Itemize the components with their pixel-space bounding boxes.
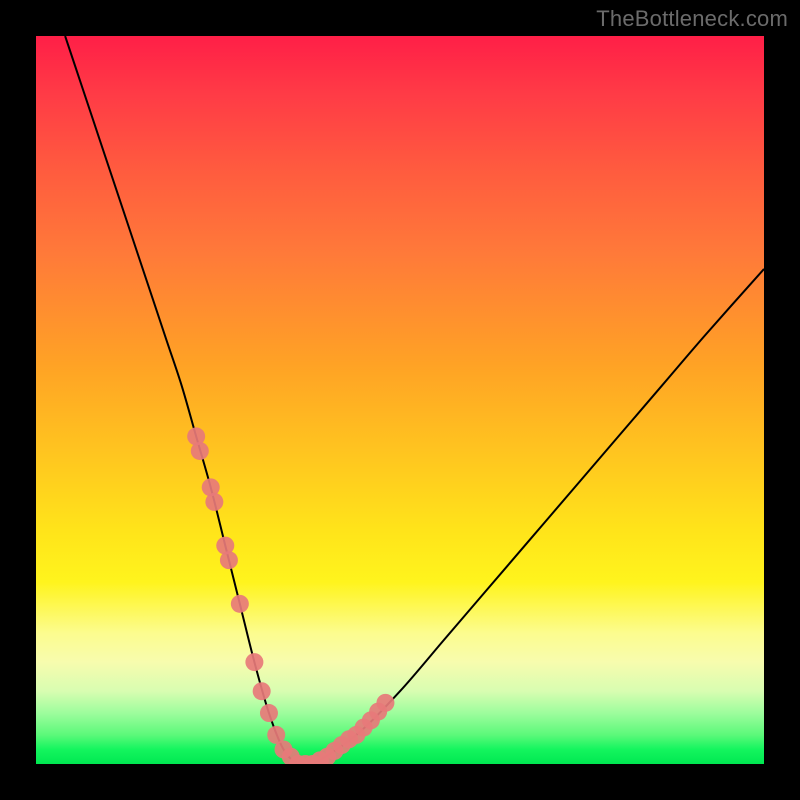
watermark-label: TheBottleneck.com	[596, 6, 788, 32]
marker-point	[191, 442, 209, 460]
bottleneck-curve-svg	[36, 36, 764, 764]
marker-point	[253, 682, 271, 700]
marker-layer	[187, 427, 394, 764]
bottleneck-curve-path	[65, 36, 764, 764]
marker-point	[376, 694, 394, 712]
marker-point	[231, 595, 249, 613]
marker-point	[205, 493, 223, 511]
plot-area	[36, 36, 764, 764]
marker-point	[220, 551, 238, 569]
marker-point	[245, 653, 263, 671]
chart-frame: TheBottleneck.com	[0, 0, 800, 800]
marker-point	[260, 704, 278, 722]
curve-layer	[65, 36, 764, 764]
